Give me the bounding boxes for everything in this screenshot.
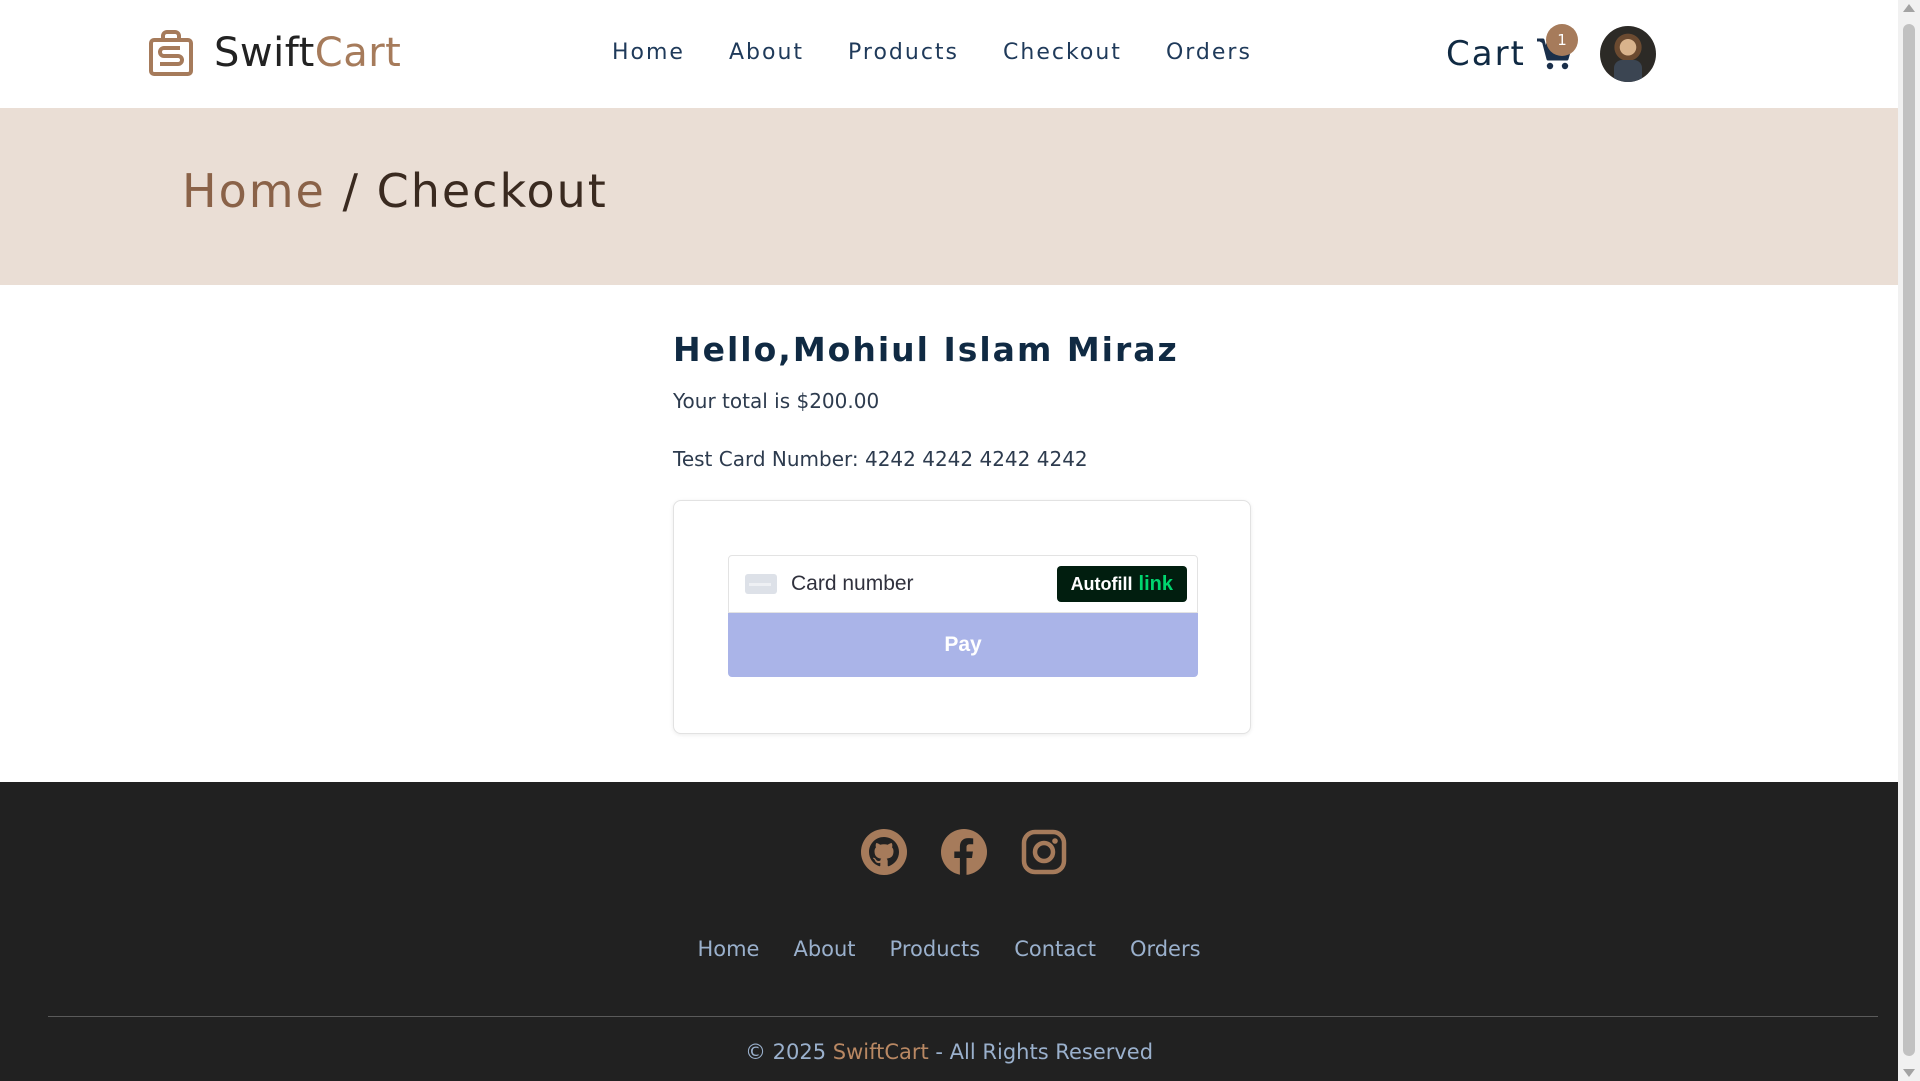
breadcrumb-current: Checkout <box>376 164 608 218</box>
autofill-link-button[interactable]: Autofill link <box>1056 566 1187 602</box>
autofill-label: Autofill <box>1070 573 1133 594</box>
copyright-text: © 2025 SwiftCart - All Rights Reserved <box>744 1040 1154 1064</box>
breadcrumb: Home / Checkout <box>182 164 608 218</box>
order-total: Your total is $200.00 <box>673 389 880 413</box>
site-footer: Home About Products Contact Orders © 202… <box>0 782 1898 1081</box>
nav-orders-link[interactable]: Orders <box>1166 40 1252 65</box>
facebook-icon[interactable] <box>940 828 988 876</box>
nav-products-link[interactable]: Products <box>848 40 959 65</box>
site-header: SwiftCart Home About Products Checkout O… <box>0 0 1898 108</box>
vertical-scrollbar[interactable] <box>1898 0 1920 1081</box>
user-avatar[interactable] <box>1600 26 1656 82</box>
footer-orders-link[interactable]: Orders <box>1130 937 1201 961</box>
pay-button[interactable]: Pay <box>728 613 1198 677</box>
shopping-bag-logo-icon <box>149 30 193 76</box>
checkout-section: Hello,Mohiul Islam Miraz Your total is $… <box>673 330 1253 734</box>
footer-contact-link[interactable]: Contact <box>1014 937 1096 961</box>
cart-count-badge: 1 <box>1546 24 1578 56</box>
scroll-down-arrow-icon[interactable] <box>1903 1069 1915 1077</box>
github-icon[interactable] <box>860 828 908 876</box>
breadcrumb-banner: Home / Checkout <box>0 108 1898 285</box>
credit-card-icon <box>745 574 777 594</box>
brand-name: SwiftCart <box>214 30 402 76</box>
card-number-field[interactable]: Card number Autofill link <box>728 555 1198 613</box>
social-links <box>860 828 1068 876</box>
breadcrumb-home-link[interactable]: Home <box>182 164 326 218</box>
scroll-up-arrow-icon[interactable] <box>1903 4 1915 12</box>
nav-home-link[interactable]: Home <box>612 40 685 65</box>
nav-about-link[interactable]: About <box>729 40 804 65</box>
footer-nav: Home About Products Contact Orders <box>0 937 1898 961</box>
cart-label: Cart <box>1446 34 1526 74</box>
breadcrumb-separator: / <box>325 164 377 218</box>
brand-logo[interactable]: SwiftCart <box>148 30 401 76</box>
card-number-placeholder: Card number <box>791 572 914 595</box>
footer-home-link[interactable]: Home <box>697 937 759 961</box>
footer-about-link[interactable]: About <box>793 937 855 961</box>
payment-form: Card number Autofill link Pay <box>673 500 1251 734</box>
main-nav: Home About Products Checkout Orders <box>612 40 1252 65</box>
footer-divider <box>48 1016 1878 1017</box>
footer-products-link[interactable]: Products <box>890 937 981 961</box>
scrollbar-thumb[interactable] <box>1903 24 1915 1056</box>
instagram-icon[interactable] <box>1020 828 1068 876</box>
nav-checkout-link[interactable]: Checkout <box>1003 40 1122 65</box>
link-brand-label: link <box>1138 572 1173 595</box>
greeting-heading: Hello,Mohiul Islam Miraz <box>673 330 1179 369</box>
cart-button[interactable]: Cart 1 <box>1446 24 1578 74</box>
test-card-info: Test Card Number: 4242 4242 4242 4242 <box>673 447 1088 471</box>
